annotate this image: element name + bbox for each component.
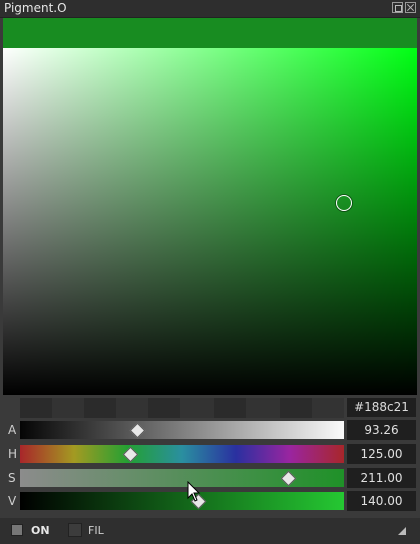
- hue-slider[interactable]: [20, 445, 344, 463]
- swatch-row: [20, 398, 344, 418]
- close-icon[interactable]: [405, 2, 416, 13]
- swatch[interactable]: [148, 398, 180, 418]
- value-slider[interactable]: [20, 492, 344, 510]
- color-preview: [3, 18, 417, 48]
- slider-row-alpha: A 93.26: [0, 420, 420, 442]
- slider-label: A: [8, 423, 17, 437]
- saturation-value-panel[interactable]: [3, 48, 417, 395]
- on-checkbox[interactable]: [11, 524, 23, 536]
- swatch[interactable]: [280, 398, 312, 418]
- on-label: ON: [31, 524, 50, 537]
- color-picker-handle[interactable]: [336, 195, 352, 211]
- title-bar: Pigment.O: [0, 0, 420, 18]
- alpha-value[interactable]: 93.26: [347, 420, 416, 440]
- fil-checkbox[interactable]: [68, 523, 82, 537]
- swatch[interactable]: [214, 398, 246, 418]
- window-title: Pigment.O: [4, 1, 67, 15]
- slider-row-value: V 140.00: [0, 491, 420, 513]
- slider-handle[interactable]: [280, 470, 297, 487]
- value-gradient: [3, 48, 417, 395]
- mouse-pointer-icon: [187, 481, 201, 502]
- slider-row-hue: H 125.00: [0, 444, 420, 466]
- slider-handle[interactable]: [122, 446, 139, 463]
- slider-row-saturation: S 211.00: [0, 468, 420, 490]
- float-icon[interactable]: [392, 2, 403, 13]
- value-value[interactable]: 140.00: [347, 491, 416, 511]
- hue-value[interactable]: 125.00: [347, 444, 416, 464]
- swatch[interactable]: [84, 398, 116, 418]
- saturation-value[interactable]: 211.00: [347, 468, 416, 488]
- resize-grip-icon[interactable]: [398, 527, 406, 535]
- bottom-bar: ON FIL: [0, 518, 420, 544]
- alpha-slider[interactable]: [20, 421, 344, 439]
- hex-input[interactable]: #188c21: [347, 398, 416, 417]
- fil-label: FIL: [88, 524, 104, 537]
- swatch[interactable]: [20, 398, 52, 418]
- slider-label: H: [8, 447, 18, 461]
- saturation-slider[interactable]: [20, 469, 344, 487]
- slider-handle[interactable]: [129, 422, 145, 439]
- slider-label: S: [8, 471, 16, 485]
- slider-label: V: [8, 494, 17, 508]
